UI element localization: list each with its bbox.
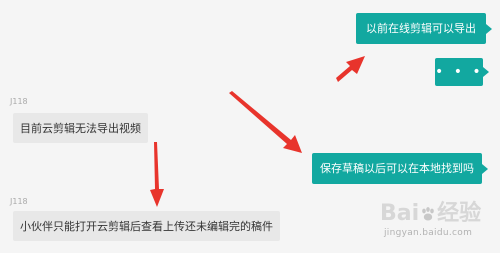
paw-icon — [422, 207, 434, 221]
baidu-jingyan-watermark: Bai 经验 jingyan.baidu.com — [380, 195, 492, 241]
red-arrow-to-last-reply — [150, 142, 164, 207]
watermark-brand-right: 经验 — [437, 201, 482, 226]
red-arrow-to-first-message — [336, 56, 365, 82]
watermark-url: jingyan.baidu.com — [384, 228, 473, 238]
red-arrow-to-draft-question — [229, 91, 302, 153]
watermark-brand-left: Bai — [380, 201, 420, 226]
